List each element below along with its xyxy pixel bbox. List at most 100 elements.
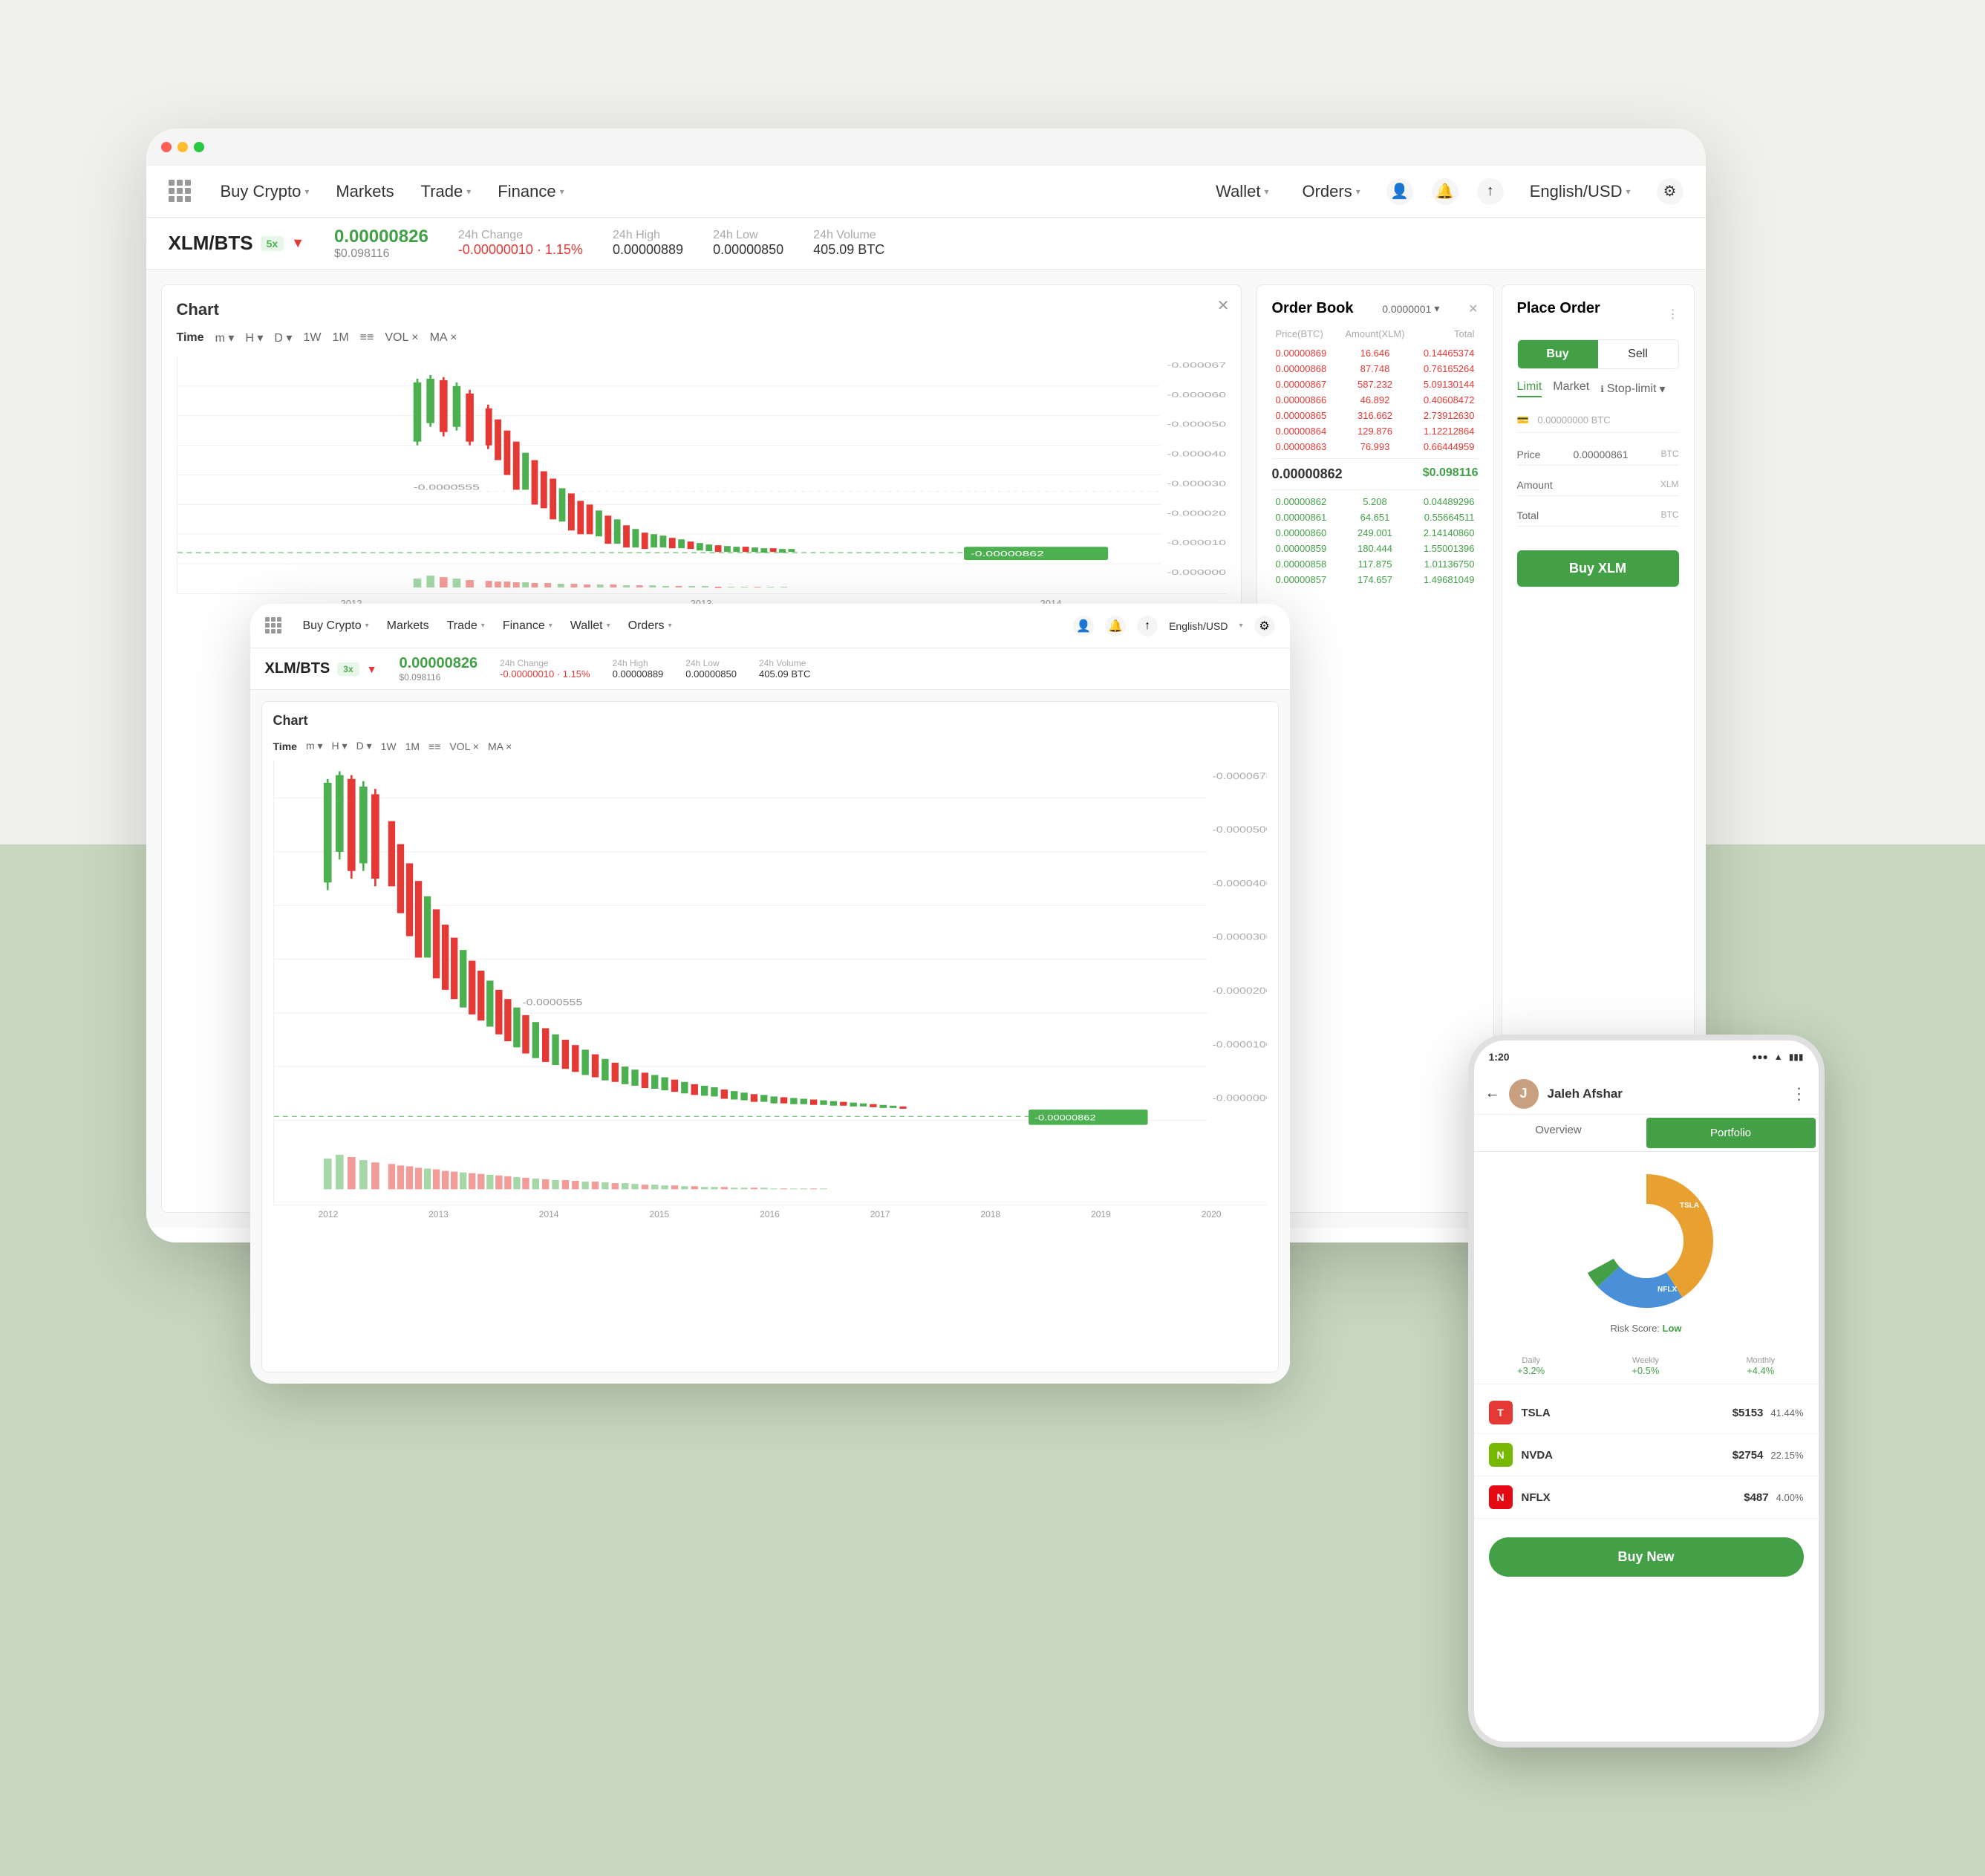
ob-decimal-dropdown[interactable]: 0.0000001 ▾: [1382, 302, 1439, 315]
ctrl-d[interactable]: D ▾: [274, 330, 292, 345]
mobile-donut-chart: TSLA NVDA NFLX: [1572, 1167, 1721, 1315]
po-sell-btn[interactable]: Sell: [1598, 340, 1678, 368]
svg-text:-0.00006789: -0.00006789: [1167, 362, 1225, 370]
nav-links: Buy Crypto ▾ Markets Trade ▾ Finance ▾: [207, 166, 1209, 218]
svg-text:-0.00002000: -0.00002000: [1212, 986, 1267, 997]
po-tab-market[interactable]: Market: [1553, 380, 1589, 397]
mobile-stats-row: Daily +3.2% Weekly +0.5% Monthly +4.4%: [1474, 1349, 1819, 1384]
grid-icon[interactable]: [169, 180, 192, 203]
list-item: N NVDA $2754 22.15%: [1474, 1434, 1819, 1476]
tablet-nav-markets[interactable]: Markets: [378, 604, 438, 648]
nav-trade[interactable]: Trade ▾: [408, 166, 485, 218]
ticker-badge: 5x: [261, 236, 284, 251]
tab-ctrl-bars[interactable]: ≡≡: [428, 740, 440, 752]
chart-close-btn[interactable]: ✕: [1217, 296, 1230, 315]
ob-col-price: Price(BTC): [1276, 328, 1342, 339]
tablet-nav-buy-crypto[interactable]: Buy Crypto ▾: [294, 604, 378, 648]
mobile-tab-overview[interactable]: Overview: [1474, 1115, 1643, 1151]
tablet-language[interactable]: English/USD: [1169, 620, 1228, 632]
ob-close-btn[interactable]: ✕: [1468, 302, 1478, 316]
tablet-bell-icon[interactable]: 🔔: [1105, 616, 1126, 636]
user-icon-btn[interactable]: 👤: [1386, 178, 1413, 205]
tab-ctrl-d[interactable]: D ▾: [356, 740, 372, 752]
tab-ctrl-time[interactable]: Time: [273, 740, 297, 752]
tsla-info: TSLA: [1522, 1407, 1733, 1419]
tablet-ticker-name: XLM/BTS: [265, 660, 330, 677]
nvda-logo: N: [1489, 1443, 1513, 1467]
ob-sell-orders: 0.0000086916.6460.144653740.0000086887.7…: [1272, 345, 1479, 455]
tab-ctrl-vol[interactable]: VOL ×: [449, 740, 479, 752]
nav-buy-crypto[interactable]: Buy Crypto ▾: [207, 166, 323, 218]
ctrl-time[interactable]: Time: [177, 331, 204, 345]
more-options-icon[interactable]: ⋮: [1791, 1084, 1808, 1104]
upload-icon-btn[interactable]: ↑: [1477, 178, 1504, 205]
po-amount-label: Amount: [1517, 479, 1553, 491]
tab-ctrl-1w[interactable]: 1W: [381, 740, 397, 752]
nav-wallet[interactable]: Wallet ▾: [1208, 182, 1276, 201]
ob-mid-price: 0.00000862 $0.098116: [1272, 458, 1479, 490]
ctrl-h[interactable]: H ▾: [245, 330, 263, 345]
nav-finance[interactable]: Finance ▾: [484, 166, 577, 218]
nav-markets[interactable]: Markets: [322, 166, 407, 218]
tab-ctrl-ma[interactable]: MA ×: [488, 740, 512, 752]
ticker-volume-value: 405.09 BTC: [813, 242, 884, 258]
tablet-upload-icon[interactable]: ↑: [1137, 616, 1158, 636]
tablet-settings-icon[interactable]: ⚙: [1254, 616, 1275, 636]
bell-icon-btn[interactable]: 🔔: [1432, 178, 1458, 205]
tab-ctrl-m[interactable]: m ▾: [306, 740, 323, 752]
tab-ctrl-1m[interactable]: 1M: [405, 740, 420, 752]
buy-xlm-button[interactable]: Buy XLM: [1517, 550, 1679, 587]
ctrl-vol[interactable]: VOL ×: [385, 331, 418, 345]
tab-x-2018: 2018: [980, 1209, 1000, 1219]
mobile-tab-portfolio[interactable]: Portfolio: [1646, 1118, 1816, 1148]
tab-ctrl-h[interactable]: H ▾: [332, 740, 348, 752]
po-total-label: Total: [1517, 509, 1539, 521]
nav-language[interactable]: English/USD ▾: [1522, 182, 1638, 201]
ob-col-total: Total: [1408, 328, 1474, 339]
settings-icon-btn[interactable]: ⚙: [1657, 178, 1683, 205]
ctrl-m[interactable]: m ▾: [215, 330, 235, 345]
tablet-high: 24h High 0.00000889: [613, 658, 664, 680]
tablet-nav-trade[interactable]: Trade ▾: [438, 604, 494, 648]
po-buy-btn[interactable]: Buy: [1518, 340, 1598, 368]
maximize-dot[interactable]: [194, 142, 204, 152]
ctrl-ma[interactable]: MA ×: [430, 331, 457, 345]
ctrl-1m[interactable]: 1M: [332, 331, 348, 345]
close-dot[interactable]: [161, 142, 172, 152]
svg-text:-0.00005000: -0.00005000: [1167, 420, 1225, 429]
chart-title: Chart: [177, 300, 1226, 319]
ob-col-amount: Amount(XLM): [1342, 328, 1408, 339]
ob-mid-usd: $0.098116: [1423, 466, 1479, 482]
nflx-ticker: NFLX: [1522, 1491, 1744, 1504]
tablet-low-value: 0.00000850: [685, 668, 737, 680]
nav-orders[interactable]: Orders ▾: [1294, 182, 1367, 201]
ticker-usd-price: $0.098116: [334, 247, 428, 261]
ctrl-1w[interactable]: 1W: [303, 331, 321, 345]
ctrl-bars[interactable]: ≡≡: [360, 331, 374, 345]
tablet-chart-panel: Chart Time m ▾ H ▾ D ▾ 1W 1M ≡≡ VOL × MA…: [261, 701, 1279, 1372]
po-tab-limit[interactable]: Limit: [1517, 380, 1542, 397]
ob-header: Order Book 0.0000001 ▾ ✕: [1272, 300, 1479, 317]
minimize-dot[interactable]: [177, 142, 188, 152]
svg-text:-0.00004000: -0.00004000: [1212, 879, 1267, 889]
monitor-bar: [146, 128, 1706, 166]
tablet-nav-orders[interactable]: Orders ▾: [619, 604, 681, 648]
tablet-grid-icon[interactable]: [265, 617, 283, 635]
tsla-price: $5153: [1733, 1407, 1764, 1419]
tablet-nav-wallet[interactable]: Wallet ▾: [561, 604, 619, 648]
po-tab-stop-limit[interactable]: ℹ Stop-limit ▾: [1600, 380, 1665, 397]
tsla-ticker: TSLA: [1522, 1407, 1733, 1419]
chart-area: -0.00006789 -0.00006000 -0.00005000 -0.0…: [177, 356, 1226, 594]
mobile-tabs: Overview Portfolio: [1474, 1115, 1819, 1152]
tablet-user-icon[interactable]: 👤: [1073, 616, 1094, 636]
mobile-stat-weekly: Weekly +0.5%: [1632, 1356, 1659, 1376]
tablet-nav-finance[interactable]: Finance ▾: [494, 604, 561, 648]
mobile-donut-section: TSLA NVDA NFLX Risk Score: Low: [1474, 1152, 1819, 1349]
po-amount-unit: XLM: [1660, 479, 1679, 491]
tablet-volume-value: 405.09 BTC: [759, 668, 810, 680]
back-arrow-icon[interactable]: ←: [1485, 1085, 1500, 1102]
ob-buy-row: 0.00000858117.8751.01136750: [1272, 556, 1479, 572]
mobile-buy-new-button[interactable]: Buy New: [1489, 1537, 1804, 1577]
tablet-change: 24h Change -0.00000010 · 1.15%: [500, 658, 590, 680]
po-more-icon[interactable]: ⋮: [1667, 307, 1679, 322]
